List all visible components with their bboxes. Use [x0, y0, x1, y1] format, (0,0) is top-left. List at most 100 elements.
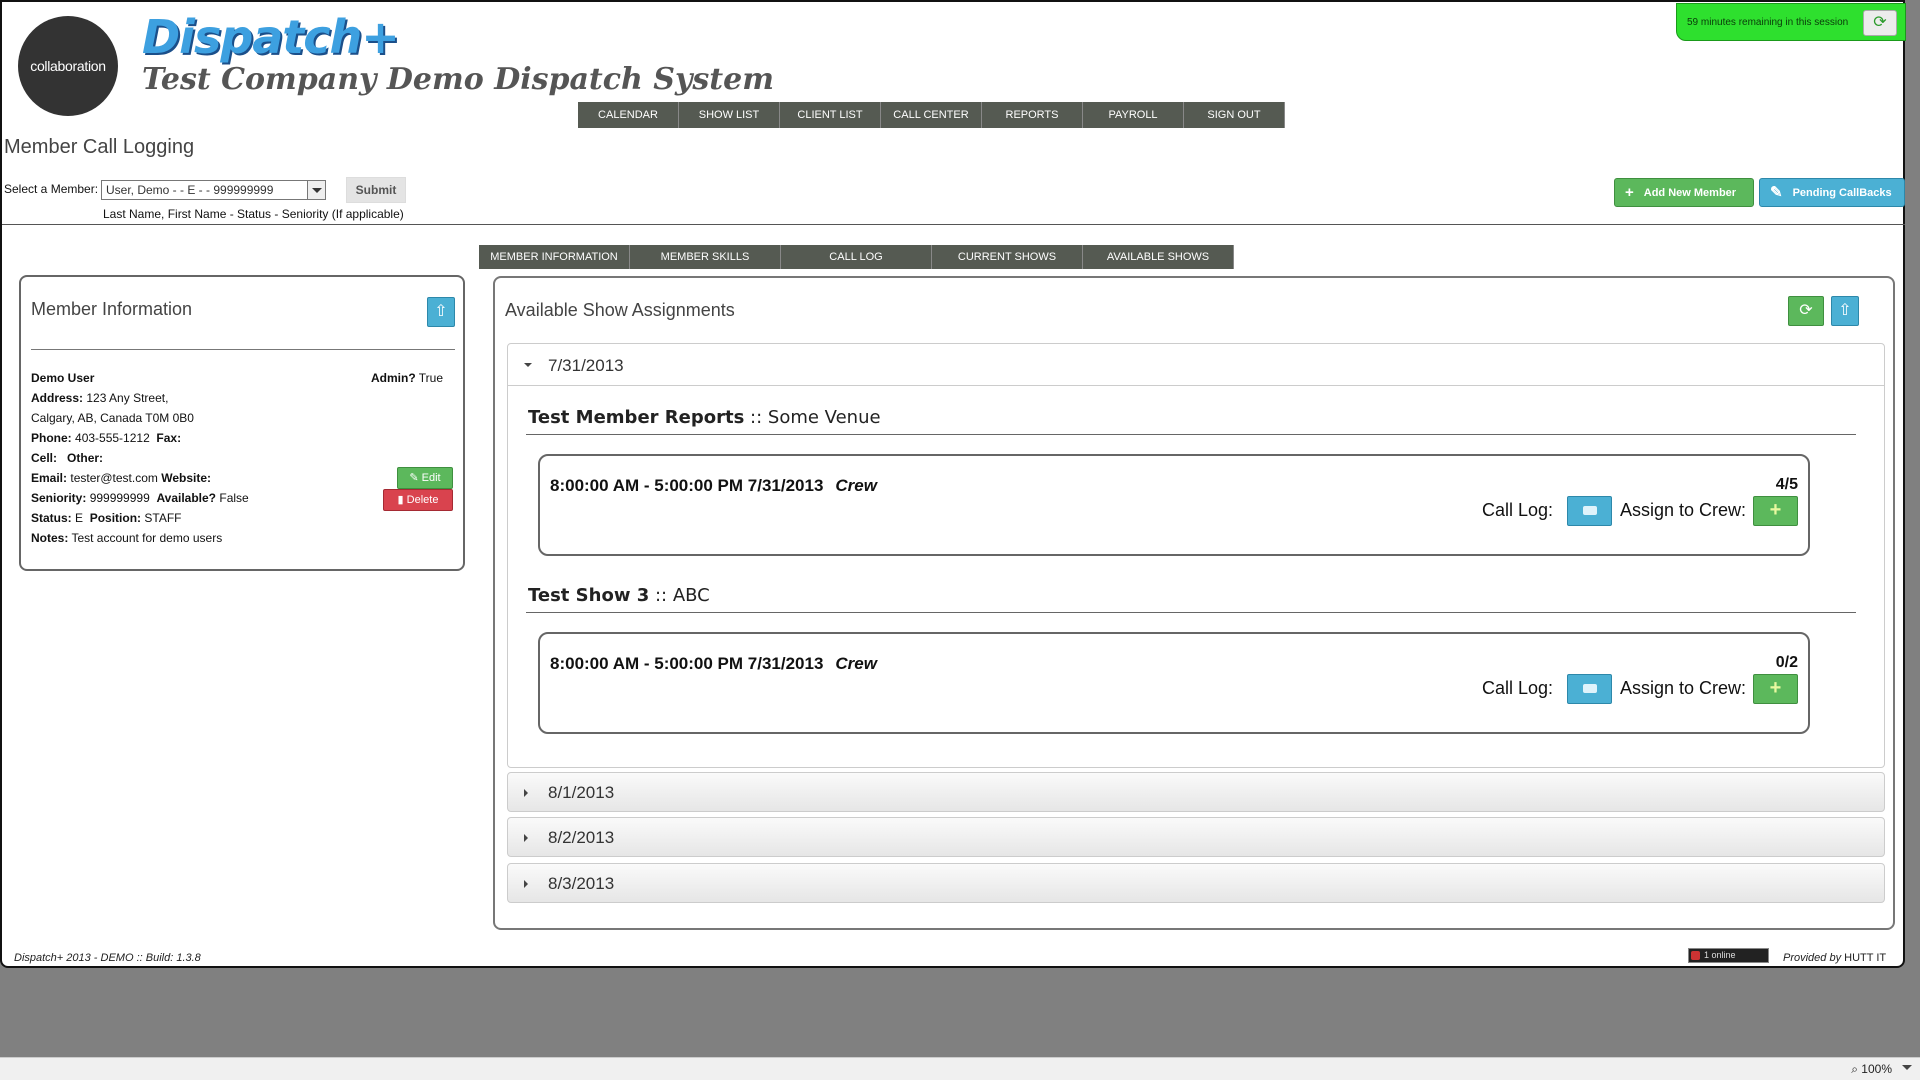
address-line2: Calgary, AB, Canada T0M 0B0: [31, 411, 194, 425]
add-new-member-button[interactable]: + Add New Member: [1614, 178, 1754, 207]
admin-value: True: [418, 371, 444, 385]
tab-call-log[interactable]: CALL LOG: [781, 245, 932, 269]
page-title: Member Call Logging: [4, 136, 195, 158]
panel-title: Available Show Assignments: [505, 300, 735, 320]
date-accordion-open: 7/31/2013 Test Member Reports :: Some Ve…: [507, 343, 1885, 768]
date-accordion-closed[interactable]: 8/1/2013: [507, 772, 1885, 812]
session-refresh-button[interactable]: ⟳: [1863, 10, 1897, 36]
chevron-down-icon[interactable]: [1902, 1065, 1912, 1070]
email-value: tester@test.com: [70, 471, 158, 485]
divider: [526, 434, 1856, 435]
phone-row: Phone: 403-555-1212 Fax:: [31, 431, 181, 445]
shift-time-text: 8:00:00 AM - 5:00:00 PM 7/31/2013: [550, 654, 824, 673]
zoom-level[interactable]: ⌕ 100%: [1851, 1062, 1892, 1077]
wrench-icon: ✎: [1770, 184, 1783, 201]
refresh-shows-button[interactable]: ⟳: [1788, 296, 1824, 326]
member-information-panel: Member Information ⇧ Demo User Admin? Tr…: [19, 275, 465, 571]
shift-time: 8:00:00 AM - 5:00:00 PM 7/31/2013 Crew: [550, 654, 877, 674]
pending-callbacks-button[interactable]: ✎ Pending CallBacks: [1759, 178, 1905, 207]
email-row: Email: tester@test.com Website:: [31, 471, 211, 485]
system-title: Test Company Demo Dispatch System: [142, 62, 774, 97]
divider: [526, 612, 1856, 613]
edit-member-button[interactable]: ✎ Edit: [397, 467, 453, 489]
status-label: Status:: [31, 511, 72, 525]
seniority-value: 999999999: [89, 491, 150, 505]
plus-icon: +: [1769, 677, 1782, 699]
refresh-icon: ⟳: [1799, 302, 1813, 319]
tab-member-skills[interactable]: MEMBER SKILLS: [630, 245, 781, 269]
address-row: Address: 123 Any Street,: [31, 391, 168, 405]
accordion-date: 7/31/2013: [548, 356, 624, 375]
arrow-up-icon: ⇧: [1838, 302, 1852, 319]
trash-icon: ▮: [397, 494, 404, 506]
seniority-label: Seniority:: [31, 491, 87, 505]
member-select[interactable]: User, Demo - - E - - 999999999: [101, 180, 326, 200]
nav-call-center[interactable]: CALL CENTER: [881, 102, 982, 128]
show-venue: :: ABC: [654, 585, 710, 606]
delete-member-button[interactable]: ▮ Delete: [383, 489, 453, 511]
session-text: 59 minutes remaining in this session: [1687, 17, 1849, 28]
brand-logo: Dispatch+: [142, 10, 400, 64]
nav-sign-out[interactable]: SIGN OUT: [1184, 102, 1285, 128]
phone-label: Phone:: [31, 431, 72, 445]
tab-member-information[interactable]: MEMBER INFORMATION: [479, 245, 630, 269]
assign-crew-button[interactable]: +: [1753, 674, 1798, 704]
session-timer: 59 minutes remaining in this session ⟳: [1676, 3, 1906, 41]
chevron-down-icon[interactable]: [307, 181, 325, 199]
caret-right-icon: [524, 834, 528, 842]
counter-text: 1 online: [1704, 950, 1736, 960]
tab-available-shows[interactable]: AVAILABLE SHOWS: [1083, 245, 1234, 269]
nav-payroll[interactable]: PAYROLL: [1083, 102, 1184, 128]
counter-icon: [1691, 951, 1700, 960]
status-value: E: [75, 511, 84, 525]
available-label: Available?: [156, 491, 217, 505]
call-log-button[interactable]: [1567, 496, 1612, 526]
show-title: Test Show 3 :: ABC: [528, 585, 710, 606]
pencil-icon: ✎: [409, 472, 419, 484]
member-tabs: MEMBER INFORMATION MEMBER SKILLS CALL LO…: [479, 245, 1234, 269]
nav-show-list[interactable]: SHOW LIST: [679, 102, 780, 128]
website-label: Website:: [161, 471, 212, 485]
accordion-date: 8/1/2013: [548, 783, 615, 802]
call-log-button[interactable]: [1567, 674, 1612, 704]
caret-right-icon: [524, 789, 528, 797]
collapse-button[interactable]: ⇧: [1831, 296, 1859, 326]
provided-by-label: Provided by: [1783, 952, 1842, 964]
divider: [31, 349, 455, 350]
available-shows-panel: Available Show Assignments ⟳ ⇧ 7/31/2013…: [493, 276, 1895, 930]
address-line1: 123 Any Street,: [86, 391, 169, 405]
divider: [2, 224, 1905, 225]
email-label: Email:: [31, 471, 68, 485]
zoom-value: 100%: [1861, 1062, 1892, 1076]
delete-label: Delete: [406, 494, 439, 506]
provider-name[interactable]: HUTT IT: [1844, 952, 1886, 964]
date-accordion-closed[interactable]: 8/2/2013: [507, 817, 1885, 857]
cell-row: Cell: Other:: [31, 451, 103, 465]
accordion-header[interactable]: 7/31/2013: [508, 344, 1884, 386]
company-logo: collaboration: [18, 16, 118, 116]
other-label: Other:: [67, 451, 104, 465]
shift-time: 8:00:00 AM - 5:00:00 PM 7/31/2013 Crew: [550, 476, 877, 496]
plus-icon: +: [1769, 499, 1782, 521]
assign-crew-button[interactable]: +: [1753, 496, 1798, 526]
show-name: Test Show 3: [528, 585, 650, 606]
caret-down-icon: [524, 363, 532, 367]
plus-icon: +: [1625, 184, 1634, 201]
shift-role: Crew: [835, 476, 877, 495]
nav-client-list[interactable]: CLIENT LIST: [780, 102, 881, 128]
submit-button[interactable]: Submit: [346, 177, 406, 203]
admin-label: Admin?: [371, 371, 416, 385]
nav-calendar[interactable]: CALENDAR: [578, 102, 679, 128]
collapse-button[interactable]: ⇧: [427, 297, 455, 327]
assign-crew-label: Assign to Crew:: [1619, 678, 1746, 698]
show-venue: :: Some Venue: [750, 407, 881, 428]
show-name: Test Member Reports: [528, 407, 745, 428]
call-log-label: Call Log:: [1481, 500, 1553, 520]
address-row-2: Calgary, AB, Canada T0M 0B0: [31, 411, 194, 425]
date-accordion-closed[interactable]: 8/3/2013: [507, 863, 1885, 903]
notes-label: Notes:: [31, 531, 69, 545]
tab-current-shows[interactable]: CURRENT SHOWS: [932, 245, 1083, 269]
nav-reports[interactable]: REPORTS: [982, 102, 1083, 128]
phone-value: 403-555-1212: [75, 431, 150, 445]
notes-value: Test account for demo users: [71, 531, 223, 545]
